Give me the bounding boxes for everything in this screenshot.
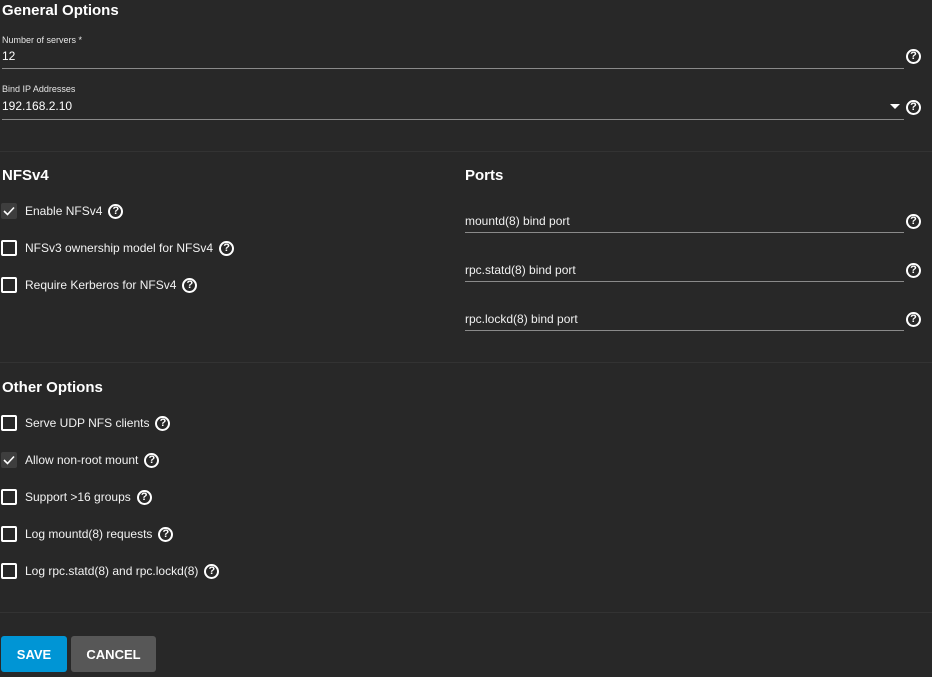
check-icon [3,455,15,465]
bind-ip-select[interactable]: 192.168.2.10 [2,99,72,113]
mountd-port-input[interactable]: mountd(8) bind port [465,214,570,228]
bind-ip-underline [2,119,904,120]
serve-udp-label: Serve UDP NFS clients [25,416,150,430]
help-icon[interactable]: ? [158,526,174,542]
chevron-down-icon[interactable] [890,104,900,109]
statd-port-underline [465,281,904,282]
log-statd-lockd-label: Log rpc.statd(8) and rpc.lockd(8) [25,564,199,578]
lockd-port-input[interactable]: rpc.lockd(8) bind port [465,312,578,326]
help-icon[interactable]: ? [144,452,160,468]
general-options-heading: General Options [2,2,119,19]
other-options-heading: Other Options [2,379,103,396]
mountd-port-underline [465,232,904,233]
log-mountd-option[interactable]: Log mountd(8) requests ? [1,525,174,543]
nfsv3-ownership-label: NFSv3 ownership model for NFSv4 [25,241,214,255]
section-divider [0,612,932,613]
enable-nfsv4-label: Enable NFSv4 [25,204,103,218]
log-mountd-label: Log mountd(8) requests [25,527,153,541]
require-kerberos-label: Require Kerberos for NFSv4 [25,278,177,292]
nfsv3-ownership-option[interactable]: NFSv3 ownership model for NFSv4 ? [1,239,235,257]
section-divider [0,151,932,152]
allow-nonroot-option[interactable]: Allow non-root mount ? [1,451,160,469]
help-icon[interactable]: ? [906,263,921,278]
log-statd-lockd-option[interactable]: Log rpc.statd(8) and rpc.lockd(8) ? [1,562,220,580]
help-icon[interactable]: ? [136,489,152,505]
help-icon[interactable]: ? [906,312,921,327]
lockd-port-underline [465,330,904,331]
statd-port-input[interactable]: rpc.statd(8) bind port [465,263,576,277]
require-kerberos-option[interactable]: Require Kerberos for NFSv4 ? [1,276,198,294]
bind-ip-label: Bind IP Addresses [2,84,76,94]
support-groups-checkbox[interactable] [1,489,17,505]
help-icon[interactable]: ? [182,277,198,293]
nfsv3-ownership-checkbox[interactable] [1,240,17,256]
save-button[interactable]: SAVE [1,636,67,672]
log-mountd-checkbox[interactable] [1,526,17,542]
help-icon[interactable]: ? [219,240,235,256]
serve-udp-checkbox[interactable] [1,415,17,431]
support-groups-label: Support >16 groups [25,490,131,504]
serve-udp-option[interactable]: Serve UDP NFS clients ? [1,414,171,432]
servers-underline [2,68,904,69]
servers-label: Number of servers * [2,35,83,45]
ports-heading: Ports [465,167,504,184]
help-icon[interactable]: ? [155,415,171,431]
help-icon[interactable]: ? [204,563,220,579]
check-icon [3,206,15,216]
help-icon[interactable]: ? [906,214,921,229]
help-icon[interactable]: ? [108,203,124,219]
help-icon[interactable]: ? [906,100,921,115]
section-divider [0,362,932,363]
help-icon[interactable]: ? [906,49,921,64]
nfsv4-heading: NFSv4 [2,167,49,184]
allow-nonroot-checkbox[interactable] [1,452,17,468]
nfs-settings-form: General Options Number of servers * 12 ?… [0,0,932,677]
require-kerberos-checkbox[interactable] [1,277,17,293]
cancel-button[interactable]: CANCEL [71,636,156,672]
servers-input[interactable]: 12 [2,49,15,63]
enable-nfsv4-option[interactable]: Enable NFSv4 ? [1,202,124,220]
allow-nonroot-label: Allow non-root mount [25,453,139,467]
support-groups-option[interactable]: Support >16 groups ? [1,488,152,506]
enable-nfsv4-checkbox[interactable] [1,203,17,219]
log-statd-lockd-checkbox[interactable] [1,563,17,579]
